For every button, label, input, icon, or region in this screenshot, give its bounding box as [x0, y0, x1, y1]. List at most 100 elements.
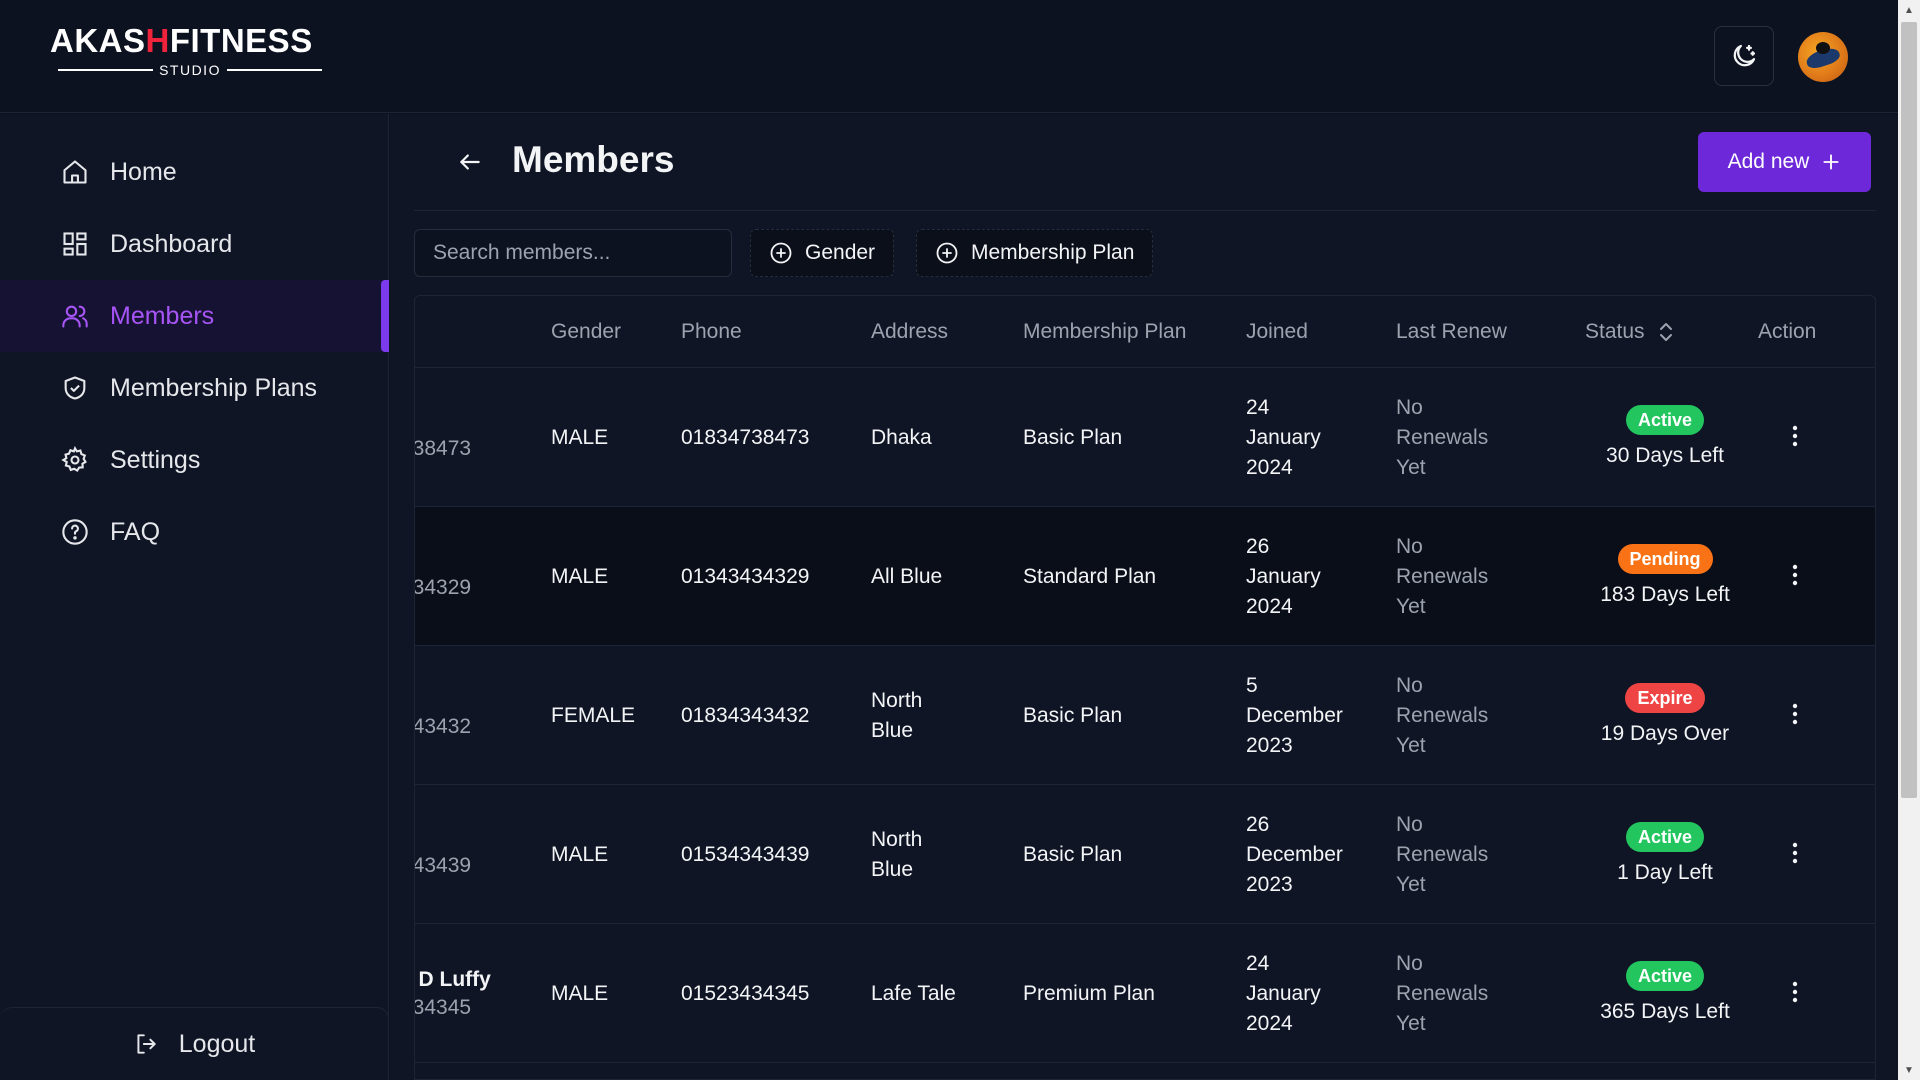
table-row: 434329 MALE 01343434329 All Blue Standar… — [414, 507, 1875, 646]
search-input[interactable] — [414, 229, 732, 277]
scroll-up-arrow[interactable]: ▲ — [1898, 0, 1920, 20]
member-name-cell: 343432 — [414, 646, 472, 785]
status-cell: Pending 183 Days Left — [1565, 507, 1765, 646]
status-cell: Active 1 Day Left — [1565, 785, 1765, 924]
logo-sub-text: STUDIO — [159, 62, 221, 78]
more-vertical-icon — [1792, 981, 1798, 1003]
gender-filter-button[interactable]: Gender — [750, 229, 895, 277]
sidebar-item-dashboard[interactable]: Dashboard — [0, 208, 389, 280]
table-row: y D Luffy 434345 MALE 01523434345 Lafe T… — [414, 924, 1875, 1063]
gender-cell: FEMALE — [551, 703, 636, 727]
plan-cell: Premium Plan — [1023, 981, 1155, 1005]
joined-cell: 24 January 2024 — [1246, 396, 1321, 479]
sidebar-item-faq[interactable]: FAQ — [0, 496, 389, 568]
joined-cell: 5 December 2023 — [1246, 674, 1343, 757]
header-status-label: Status — [1585, 320, 1645, 343]
status-badge: Active — [1625, 404, 1705, 435]
status-badge: Pending — [1617, 543, 1713, 574]
header-action: Action — [1758, 320, 1817, 343]
member-id: 343439 — [414, 853, 472, 877]
more-vertical-icon — [1792, 425, 1798, 447]
scrollbar-thumb[interactable] — [1901, 22, 1917, 798]
shield-icon — [60, 373, 90, 403]
status-cell: Active 30 Days Left — [1565, 368, 1765, 507]
plan-cell: Basic Plan — [1023, 425, 1123, 449]
member-name-cell: 738473 — [415, 368, 471, 507]
last-renew-cell: No Renewals Yet — [1396, 396, 1489, 479]
sidebar-item-members[interactable]: Members — [0, 280, 389, 352]
address-cell: Lafe Tale — [871, 981, 956, 1005]
table-row: 343432 FEMALE 01834343432 NorthBlue Basi… — [414, 646, 1875, 785]
table-header: Gender Phone Address Membership Plan Joi… — [415, 296, 1875, 368]
member-name-cell: y D Luffy 434345 — [414, 924, 491, 1063]
back-button[interactable] — [454, 146, 486, 178]
page-header: Members Add new — [414, 114, 1876, 211]
row-actions-button[interactable] — [1779, 976, 1811, 1008]
header-address[interactable]: Address — [871, 296, 948, 368]
last-renew-cell: No Renewals Yet — [1396, 535, 1489, 618]
logo-divider — [226, 69, 323, 71]
header-last-renew[interactable]: Last Renew — [1396, 296, 1507, 368]
gender-filter-label: Gender — [805, 241, 876, 264]
sidebar-item-label: Membership Plans — [110, 373, 318, 402]
row-actions-button[interactable] — [1779, 698, 1811, 730]
status-badge: Expire — [1625, 682, 1705, 713]
brand-logo[interactable]: AKASHFITNESS STUDIO — [50, 22, 330, 82]
member-id: 434329 — [414, 575, 472, 599]
gender-cell: MALE — [551, 425, 609, 449]
plan-cell: Standard Plan — [1023, 564, 1157, 588]
logo-prefix: AKAS — [50, 22, 146, 59]
plus-circle-icon — [936, 242, 958, 264]
plus-icon — [1823, 154, 1839, 170]
sidebar-item-label: Settings — [110, 445, 201, 474]
arrow-left-icon — [460, 154, 480, 170]
header-membership-plan[interactable]: Membership Plan — [1023, 296, 1186, 368]
add-new-label: Add new — [1727, 150, 1810, 173]
gender-cell: MALE — [551, 842, 609, 866]
theme-toggle-button[interactable] — [1714, 26, 1774, 86]
sidebar-item-home[interactable]: Home — [0, 136, 389, 208]
member-id: 343432 — [414, 714, 472, 738]
scroll-down-arrow[interactable]: ▼ — [1898, 1060, 1920, 1080]
logo-divider — [58, 69, 154, 71]
more-vertical-icon — [1792, 564, 1798, 586]
plan-cell: Basic Plan — [1023, 842, 1123, 866]
sidebar-item-label: Dashboard — [110, 229, 233, 258]
plus-circle-icon — [770, 242, 792, 264]
sidebar-item-settings[interactable]: Settings — [0, 424, 389, 496]
joined-cell: 26 January 2024 — [1246, 535, 1321, 618]
status-badge: Active — [1625, 960, 1705, 991]
member-id: 434345 — [414, 995, 472, 1019]
plan-cell: Basic Plan — [1023, 703, 1123, 727]
main-content: Members Add new Gender Membership Plan G… — [390, 114, 1898, 1080]
phone-cell: 01834343432 — [681, 703, 810, 727]
logo-mark: H — [145, 22, 170, 59]
phone-cell: 01534343439 — [681, 842, 810, 866]
header-gender[interactable]: Gender — [551, 296, 621, 368]
moon-icon — [1733, 44, 1756, 67]
header-phone[interactable]: Phone — [681, 296, 742, 368]
header-status[interactable]: Status — [1585, 296, 1675, 368]
joined-cell: 26 December 2023 — [1246, 813, 1343, 896]
logout-button[interactable]: Logout — [0, 1007, 389, 1080]
status-badge: Active — [1625, 821, 1705, 852]
address-cell: North Blue — [871, 689, 923, 742]
member-name-cell: 343439 — [414, 785, 472, 924]
logo-suffix: FITNESS — [169, 22, 313, 59]
membership-plan-filter-button[interactable]: Membership Plan — [916, 229, 1154, 277]
row-actions-button[interactable] — [1779, 837, 1811, 869]
days-remaining: 1 Day Left — [1617, 860, 1713, 884]
status-cell: Expire 19 Days Over — [1565, 646, 1765, 785]
sort-icon — [1659, 323, 1672, 341]
user-avatar[interactable] — [1798, 32, 1848, 82]
days-remaining: 30 Days Left — [1606, 443, 1724, 467]
add-new-button[interactable]: Add new — [1698, 132, 1871, 192]
header-joined[interactable]: Joined — [1246, 296, 1308, 368]
phone-cell: 01343434329 — [681, 564, 810, 588]
days-remaining: 183 Days Left — [1600, 582, 1730, 606]
row-actions-button[interactable] — [1779, 559, 1811, 591]
app-root: AKASHFITNESS STUDIO Home Dashboard Membe — [0, 0, 1920, 1080]
row-actions-button[interactable] — [1779, 420, 1811, 452]
sidebar-item-membership-plans[interactable]: Membership Plans — [0, 352, 389, 424]
page-scrollbar[interactable]: ▲ ▼ — [1898, 0, 1920, 1080]
